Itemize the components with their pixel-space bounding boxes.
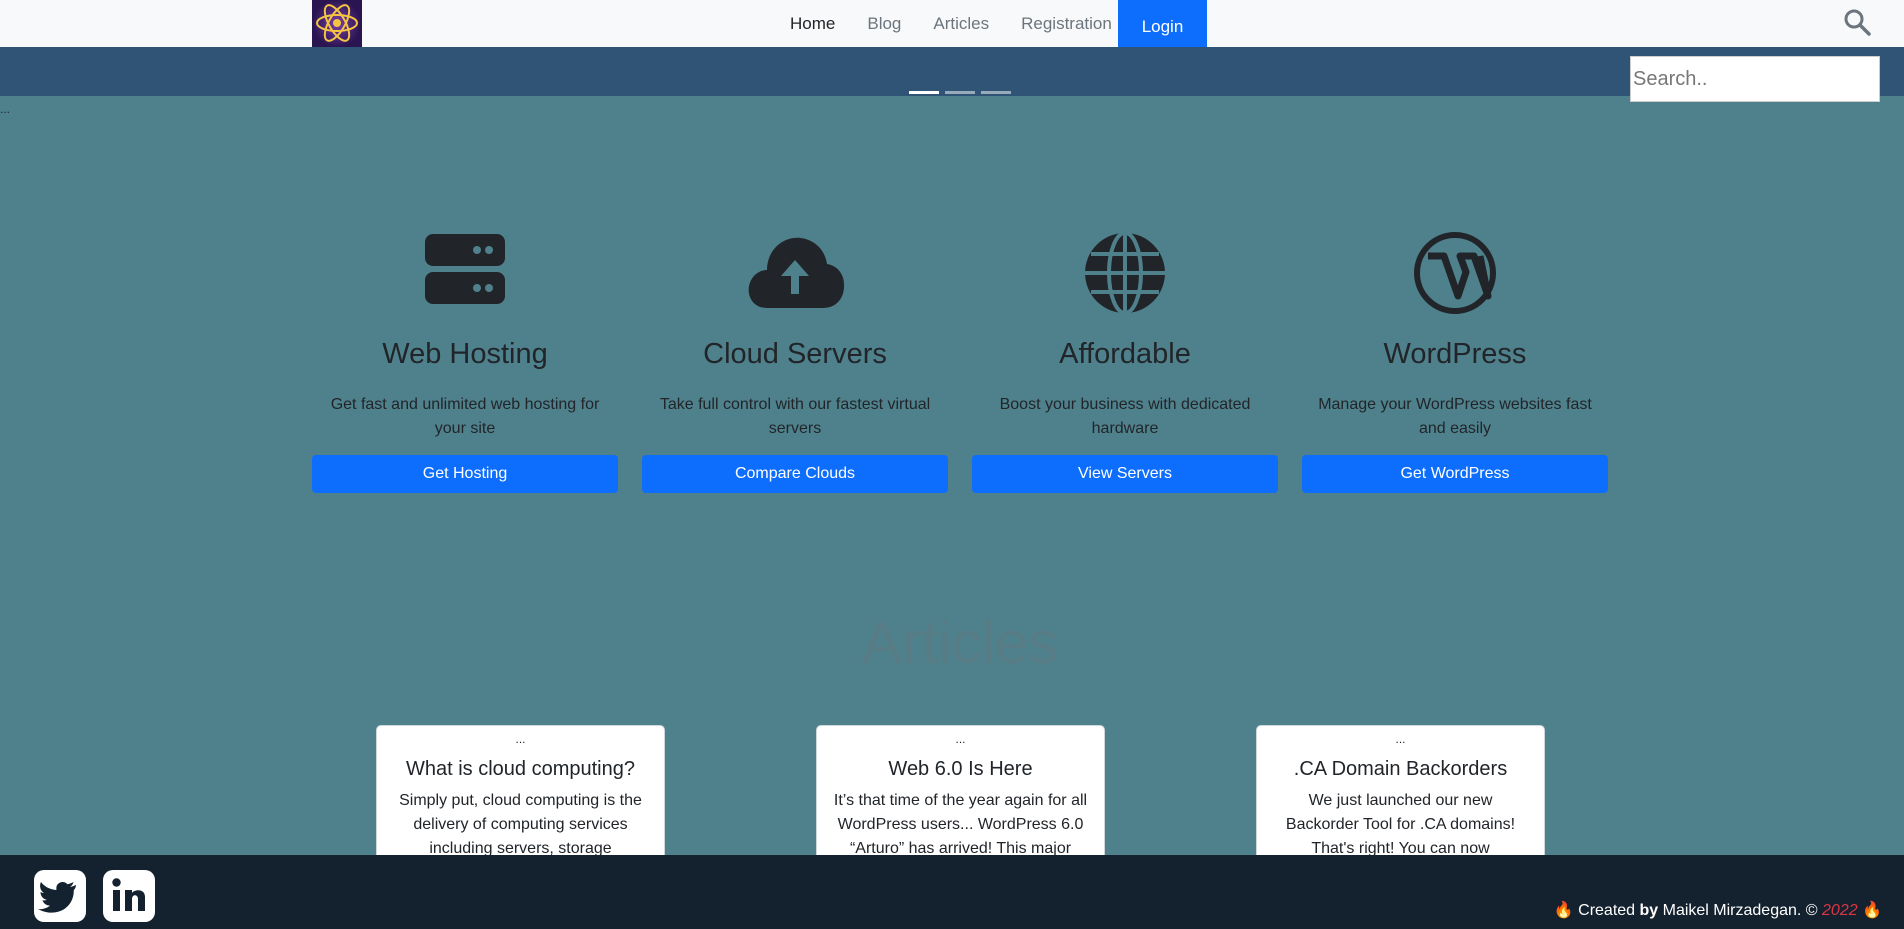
feature-title: Web Hosting [382,338,548,370]
nav-link-blog[interactable]: Blog [867,14,901,34]
card-image-alt: ... [1395,732,1406,746]
server-icon [425,234,505,304]
feature-title: WordPress [1383,338,1527,370]
feature-web-hosting: Web Hosting Get fast and unlimited web h… [312,230,618,493]
card-title[interactable]: .CA Domain Backorders [1257,758,1544,781]
login-button[interactable]: Login [1118,0,1207,54]
credit-suffix: 🔥 [1857,902,1882,919]
twitter-icon[interactable] [34,870,86,922]
search-input[interactable] [1630,56,1880,102]
features-section: Web Hosting Get fast and unlimited web h… [312,230,1608,493]
nav-link-articles[interactable]: Articles [933,14,989,34]
feature-affordable: Affordable Boost your business with dedi… [972,230,1278,493]
carousel-image-alt: ... [0,102,11,116]
search-icon[interactable] [1843,8,1871,36]
cloud-upload-icon [748,237,845,308]
carousel-indicator-3[interactable] [981,91,1011,94]
linkedin-icon[interactable] [103,870,155,922]
credit-by: by [1639,902,1659,919]
carousel-indicator-2[interactable] [945,91,975,94]
get-wordpress-button[interactable]: Get WordPress [1302,455,1608,493]
credit-name: Maikel Mirzadegan. © [1658,902,1823,919]
feature-title: Affordable [1059,338,1191,370]
feature-cloud-servers: Cloud Servers Take full control with our… [642,230,948,493]
carousel-indicators [909,91,1011,94]
articles-heading: Articles [861,609,1059,676]
footer-credit: 🔥 Created by Maikel Mirzadegan. © 2022 🔥 [1554,900,1882,920]
navbar: Home Blog Articles Registration Login [0,0,1904,54]
card-text: We just launched our new Backorder Tool … [1285,792,1516,857]
nav-link-registration[interactable]: Registration [1021,14,1112,34]
feature-description: Get fast and unlimited web hosting for y… [330,396,600,437]
nav-links: Home Blog Articles Registration [774,0,1128,47]
nav-link-home[interactable]: Home [790,14,835,34]
feature-description: Boost your business with dedicated hardw… [999,396,1251,437]
footer: 🔥 Created by Maikel Mirzadegan. © 2022 🔥 [0,855,1904,929]
feature-description: Manage your WordPress websites fast and … [1318,396,1592,437]
credit-prefix: 🔥 Created [1553,902,1640,919]
get-hosting-button[interactable]: Get Hosting [312,455,618,493]
card-text: Simply put, cloud computing is the deliv… [399,792,642,857]
card-image-alt: ... [955,732,966,746]
carousel-indicator-1[interactable] [909,91,939,94]
feature-wordpress: WordPress Manage your WordPress websites… [1302,230,1608,493]
card-image-alt: ... [515,732,526,746]
globe-icon [1085,231,1165,315]
wordpress-icon [1414,232,1496,314]
card-title[interactable]: What is cloud computing? [377,758,664,781]
card-title[interactable]: Web 6.0 Is Here [817,758,1104,781]
credit-year: 2022 [1822,902,1858,919]
view-servers-button[interactable]: View Servers [972,455,1278,493]
hero-carousel [0,47,1904,96]
atom-logo[interactable] [312,0,362,47]
compare-clouds-button[interactable]: Compare Clouds [642,455,948,493]
feature-title: Cloud Servers [703,338,887,370]
feature-description: Take full control with our fastest virtu… [659,396,931,437]
